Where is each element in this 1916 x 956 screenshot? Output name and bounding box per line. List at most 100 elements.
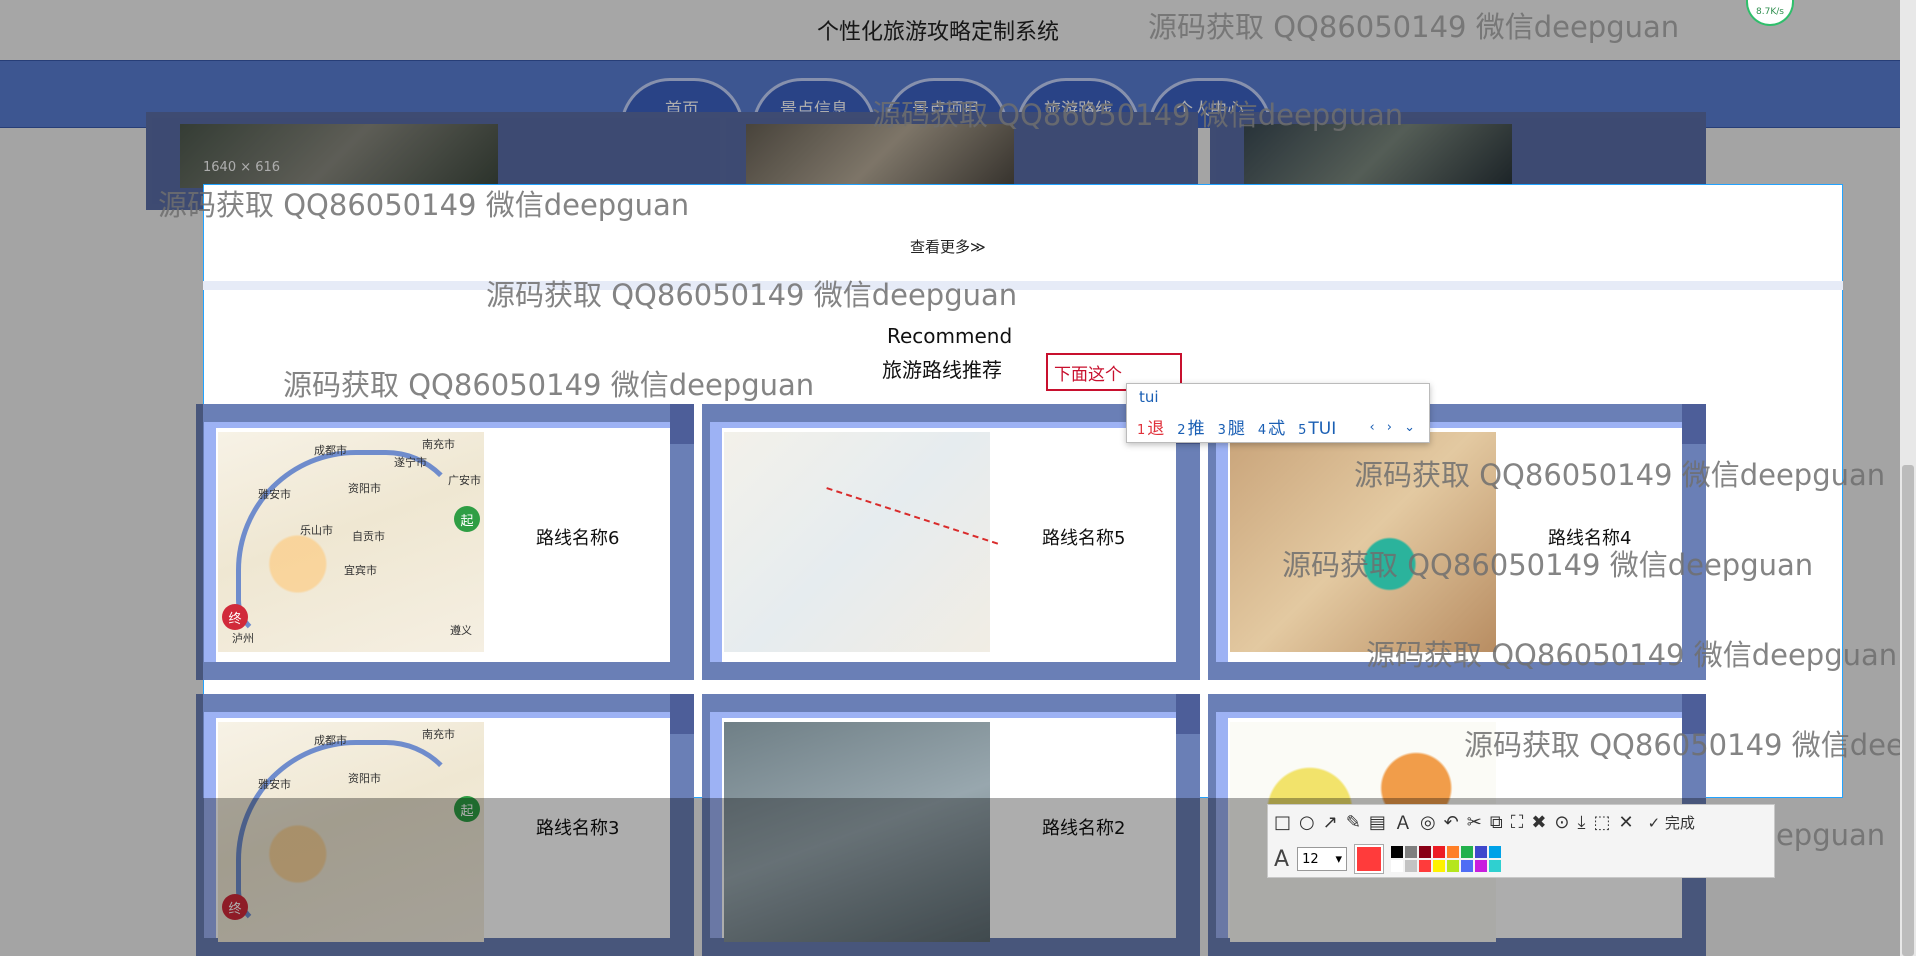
ime-candidate[interactable]: 4忒 bbox=[1258, 414, 1285, 439]
route-name[interactable]: 路线名称6 bbox=[536, 524, 686, 550]
color-swatch[interactable] bbox=[1433, 846, 1446, 858]
font-icon[interactable]: A bbox=[1274, 847, 1289, 872]
map-label: 资阳市 bbox=[348, 772, 381, 785]
ime-candidate-number: 1 bbox=[1137, 423, 1146, 438]
scrollbar-thumb[interactable] bbox=[1902, 465, 1914, 956]
color-swatch[interactable] bbox=[1447, 860, 1460, 872]
annotation-tool-icon[interactable]: ⊙ bbox=[1554, 812, 1569, 833]
ime-candidate-number: 4 bbox=[1257, 423, 1267, 438]
map-label: 广安市 bbox=[448, 474, 481, 487]
card-corner bbox=[670, 404, 694, 444]
current-color-swatch[interactable] bbox=[1354, 844, 1385, 874]
annotation-tool-icon[interactable]: ✖ bbox=[1531, 812, 1546, 833]
watermark: 源码获取 QQ86050149 微信deepguan bbox=[158, 188, 690, 222]
ime-candidate-text: 忒 bbox=[1268, 419, 1286, 439]
annotation-tool-icon[interactable]: ◎ bbox=[1420, 812, 1436, 833]
color-swatch[interactable] bbox=[1419, 860, 1432, 872]
route-card[interactable]: 成都市 南充市 雅安市 资阳市 起 终 路线名称3 bbox=[196, 694, 694, 956]
annotation-tool-icon[interactable]: □ bbox=[1274, 812, 1291, 833]
annotation-tool-icon[interactable]: Ａ bbox=[1394, 809, 1412, 835]
annotation-tool-icon[interactable]: ↶ bbox=[1444, 812, 1459, 833]
annotation-tool-icon[interactable]: ↗ bbox=[1323, 812, 1338, 833]
annotation-tool-icon[interactable]: ✂ bbox=[1467, 812, 1482, 833]
route-name[interactable]: 路线名称3 bbox=[536, 814, 686, 840]
end-marker-icon: 终 bbox=[222, 894, 248, 920]
map-label: 遂宁市 bbox=[394, 456, 427, 469]
route-name[interactable]: 路线名称5 bbox=[1042, 524, 1192, 550]
route-card[interactable]: 路线名称5 bbox=[702, 404, 1200, 680]
ime-candidate[interactable]: 5 TUI bbox=[1298, 419, 1336, 439]
section-title-en: Recommend bbox=[887, 324, 1013, 348]
ime-candidate-text: 退 bbox=[1147, 419, 1165, 439]
map-label: 成都市 bbox=[314, 734, 347, 747]
ime-candidate-number: 2 bbox=[1177, 423, 1186, 438]
color-swatch[interactable] bbox=[1489, 846, 1502, 858]
card-corner bbox=[1176, 694, 1200, 734]
annotation-tool-icon[interactable]: ⬚ bbox=[1593, 812, 1610, 833]
ime-candidate-window: tui 1退 2推 3腿 4忒 5 TUI ‹ › ⌄ bbox=[1126, 383, 1430, 443]
map-label: 自贡市 bbox=[352, 530, 385, 543]
card-corner bbox=[670, 694, 694, 734]
chevron-down-icon: ▾ bbox=[1335, 851, 1343, 867]
route-map-image bbox=[724, 432, 999, 657]
map-label: 遵义 bbox=[450, 624, 472, 637]
annotation-tool-icon[interactable]: ⛶ bbox=[1511, 812, 1524, 833]
map-label: 泸州 bbox=[232, 632, 254, 645]
color-swatch[interactable] bbox=[1475, 846, 1488, 858]
ime-candidate-text: TUI bbox=[1308, 419, 1337, 439]
ime-candidate-text: 腿 bbox=[1227, 419, 1245, 439]
annotation-tool-icon[interactable]: ✕ bbox=[1618, 812, 1633, 833]
card-corner bbox=[1682, 404, 1706, 444]
color-swatch[interactable] bbox=[1489, 860, 1502, 872]
ime-candidate[interactable]: 3腿 bbox=[1218, 414, 1245, 439]
color-swatch[interactable] bbox=[1461, 846, 1474, 858]
section-title-cn: 旅游路线推荐 bbox=[882, 358, 1002, 382]
annotation-tool-icon[interactable]: ⤓ bbox=[1578, 812, 1586, 833]
color-swatch[interactable] bbox=[1461, 860, 1474, 872]
watermark: 源码获取 QQ86050149 微信deepguan bbox=[1366, 638, 1898, 672]
ime-candidate-number: 5 bbox=[1298, 423, 1307, 438]
annotation-tool-icon[interactable]: ⧉ bbox=[1490, 812, 1503, 833]
watermark: 源码获取 QQ86050149 微信deepguan bbox=[1354, 458, 1886, 492]
ime-candidate[interactable]: 2推 bbox=[1177, 414, 1204, 439]
color-swatch[interactable] bbox=[1405, 846, 1418, 858]
color-swatch[interactable] bbox=[1419, 846, 1432, 858]
color-swatch[interactable] bbox=[1433, 860, 1446, 872]
annotation-tool-icon[interactable]: ○ bbox=[1299, 812, 1315, 833]
ime-composition: tui bbox=[1139, 388, 1159, 406]
color-swatch[interactable] bbox=[1405, 860, 1418, 872]
selection-size-label: 1640 × 616 bbox=[203, 160, 281, 175]
section-divider bbox=[203, 281, 1843, 290]
watermark: 源码获取 QQ86050149 微信deepguan bbox=[1282, 548, 1814, 582]
ime-candidate-list: 1退 2推 3腿 4忒 5 TUI bbox=[1137, 414, 1336, 439]
ime-candidate[interactable]: 1退 bbox=[1137, 414, 1164, 439]
route-card[interactable]: 成都市 南充市 雅安市 资阳市 乐山市 自贡市 宜宾市 广安市 遂宁市 泸州 遵… bbox=[196, 404, 694, 680]
font-size-select[interactable]: 12 ▾ bbox=[1297, 847, 1348, 871]
end-marker-icon: 终 bbox=[222, 604, 248, 630]
view-more-link[interactable]: 查看更多≫ bbox=[910, 236, 986, 257]
ime-candidate-number: 3 bbox=[1217, 423, 1226, 438]
color-swatch[interactable] bbox=[1475, 860, 1488, 872]
route-card[interactable]: 路线名称2 bbox=[702, 694, 1200, 956]
start-marker-icon: 起 bbox=[454, 506, 480, 532]
color-swatch[interactable] bbox=[1447, 846, 1460, 858]
watermark: 源码获取 QQ86050149 微信deepguan bbox=[486, 278, 1018, 312]
route-line bbox=[789, 487, 999, 657]
ime-candidate-text: 推 bbox=[1187, 419, 1205, 439]
watermark: 源码获取 QQ86050149 微信deepguan bbox=[872, 98, 1404, 132]
color-swatch[interactable] bbox=[1391, 860, 1404, 872]
watermark: 源码获取 QQ86050149 微信deepguan bbox=[1148, 10, 1680, 44]
map-label: 成都市 bbox=[314, 444, 347, 457]
ime-page-arrows-icon[interactable]: ‹ › ⌄ bbox=[1369, 420, 1419, 435]
color-swatch[interactable] bbox=[1391, 846, 1404, 858]
font-size-value: 12 bbox=[1302, 851, 1319, 867]
annotation-tools: □ ○ ↗ ✎ ▤ Ａ ◎ ↶ ✂ ⧉ ⛶ ✖ ⊙ ⤓ ⬚ ✕ ✓ 完成 bbox=[1274, 809, 1695, 835]
route-line bbox=[236, 450, 466, 640]
route-map-image: 成都市 南充市 雅安市 资阳市 乐山市 自贡市 宜宾市 广安市 遂宁市 泸州 遵… bbox=[218, 432, 484, 652]
done-button[interactable]: ✓ 完成 bbox=[1648, 812, 1695, 833]
attraction-image bbox=[180, 124, 498, 188]
annotation-tool-icon[interactable]: ▤ bbox=[1369, 812, 1386, 833]
route-name[interactable]: 路线名称2 bbox=[1042, 814, 1192, 840]
map-label: 雅安市 bbox=[258, 778, 291, 791]
annotation-tool-icon[interactable]: ✎ bbox=[1346, 812, 1361, 833]
